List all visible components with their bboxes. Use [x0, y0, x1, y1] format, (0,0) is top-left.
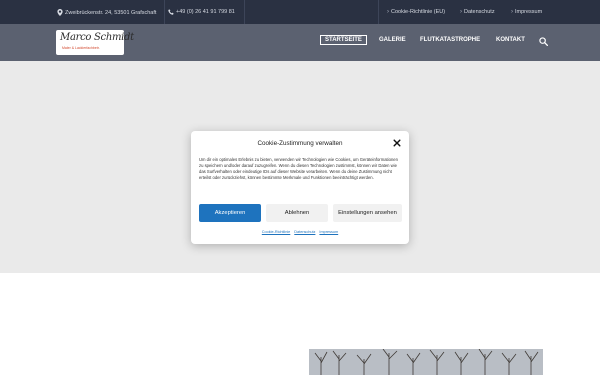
nav-item-galerie[interactable]: GALERIE	[379, 37, 406, 43]
divider	[164, 0, 165, 24]
decline-button[interactable]: Ablehnen	[266, 204, 328, 222]
phone-icon	[168, 9, 174, 15]
chevron-right-icon: ›	[511, 9, 513, 15]
topbar-link-label: Impressum	[515, 9, 543, 15]
divider	[244, 0, 245, 24]
nav-item-kontakt[interactable]: KONTAKT	[496, 37, 525, 43]
chevron-right-icon: ›	[460, 9, 462, 15]
link-datenschutz[interactable]: Datenschutz	[294, 230, 315, 234]
topbar-link-impressum[interactable]: › Impressum	[511, 9, 542, 15]
cookie-dialog-title: Cookie-Zustimmung verwalten	[257, 140, 343, 147]
search-icon[interactable]	[539, 37, 548, 46]
logo-script: Marco Schmidt	[60, 32, 134, 43]
nav-item-startseite[interactable]: STARTSEITE	[320, 35, 367, 45]
cookie-dialog-links: Cookie-Richtlinie Datenschutz Impressum	[191, 230, 409, 234]
location-pin-icon	[57, 9, 63, 16]
address-text: Zweibrückenstr. 24, 53501 Grafschaft	[65, 9, 157, 16]
phone[interactable]: +49 (0) 26 41 91 799 81	[168, 9, 235, 15]
view-settings-button[interactable]: Einstellungen ansehen	[333, 204, 402, 222]
top-bar: Zweibrückenstr. 24, 53501 Grafschaft +49…	[0, 0, 600, 24]
link-impressum[interactable]: Impressum	[319, 230, 338, 234]
content-photo	[309, 349, 543, 375]
cookie-dialog-text: Um dir ein optimales Erlebnis zu bieten,…	[199, 157, 398, 181]
topbar-link-label: Datenschutz	[464, 9, 495, 15]
divider	[378, 0, 379, 24]
logo-tagline: Maler & Lackierfachbetr.	[62, 46, 100, 50]
address: Zweibrückenstr. 24, 53501 Grafschaft	[57, 9, 156, 16]
nav-item-flutkatastrophe[interactable]: FLUTKATASTROPHE	[420, 37, 480, 43]
topbar-link-label: Cookie-Richtlinie (EU)	[391, 9, 446, 15]
link-cookie-richtlinie[interactable]: Cookie-Richtlinie	[262, 230, 291, 234]
trees-image	[309, 349, 543, 375]
cookie-consent-dialog: Cookie-Zustimmung verwalten Um dir ein o…	[191, 131, 409, 244]
close-icon[interactable]	[393, 139, 401, 147]
phone-text: +49 (0) 26 41 91 799 81	[176, 9, 235, 15]
topbar-link-datenschutz[interactable]: › Datenschutz	[460, 9, 495, 15]
topbar-link-cookie[interactable]: › Cookie-Richtlinie (EU)	[387, 9, 445, 15]
logo[interactable]: Marco Schmidt Maler & Lackierfachbetr.	[56, 30, 134, 55]
accept-button[interactable]: Akzeptieren	[199, 204, 261, 222]
chevron-right-icon: ›	[387, 9, 389, 15]
